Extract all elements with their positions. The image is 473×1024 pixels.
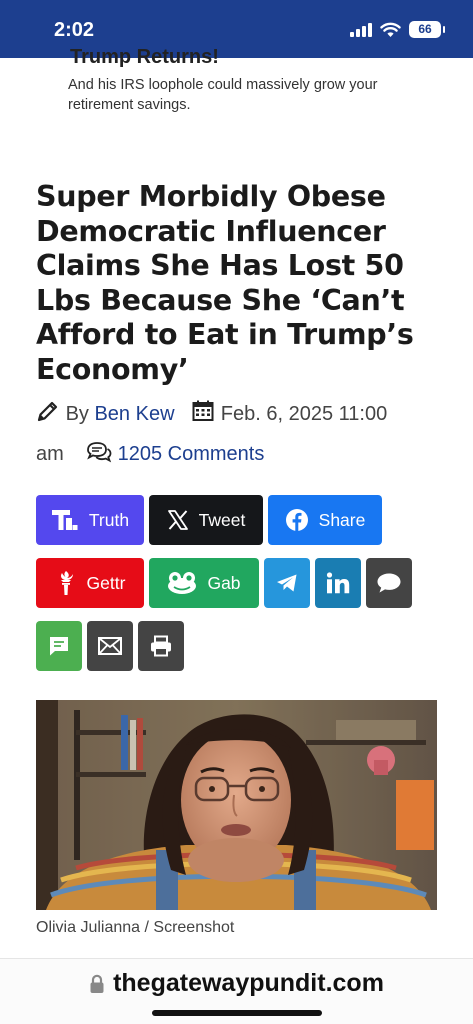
ad-title: Trump Returns!: [70, 46, 219, 68]
comments-link[interactable]: 1205 Comments: [118, 443, 265, 465]
gettr-share-button[interactable]: Gettr: [36, 558, 144, 608]
speech-bubble-icon: [377, 573, 401, 593]
comments-icon: [86, 439, 112, 476]
ad-text: And his IRS loophole could massively gro…: [68, 77, 378, 113]
browser-address-bar[interactable]: thegatewaypundit.com: [0, 958, 473, 1024]
print-button[interactable]: [138, 621, 184, 671]
truth-share-label: Truth: [88, 509, 130, 530]
truth-social-icon: [51, 510, 78, 530]
url-text[interactable]: thegatewaypundit.com: [113, 969, 384, 998]
printer-icon: [151, 635, 171, 657]
facebook-icon: [285, 509, 308, 531]
lock-icon: [90, 974, 104, 993]
image-caption: Olivia Julianna / Screenshot: [36, 919, 235, 936]
facebook-share-button[interactable]: Share: [268, 495, 382, 545]
sms-message-icon: [50, 637, 68, 656]
gettr-share-label: Gettr: [86, 572, 126, 593]
email-share-button[interactable]: [87, 621, 133, 671]
telegram-share-button[interactable]: [264, 558, 310, 608]
linkedin-share-button[interactable]: [315, 558, 361, 608]
author-link[interactable]: Ben Kew: [94, 403, 174, 425]
article-meta: By Ben Kew Feb. 6, 2025 11:00 am 1205 Co…: [36, 396, 446, 476]
tweet-share-button[interactable]: Tweet: [149, 495, 263, 545]
status-time: 2:02: [54, 19, 95, 41]
pencil-icon: [36, 399, 60, 436]
gab-share-label: Gab: [207, 572, 241, 593]
cellular-signal-icon: [350, 22, 372, 37]
article-hero-image: [36, 700, 437, 910]
publish-date: Feb. 6, 2025 11:00: [220, 403, 388, 425]
home-indicator[interactable]: [152, 1010, 322, 1016]
telegram-icon: [277, 574, 297, 592]
gab-share-button[interactable]: Gab: [149, 558, 259, 608]
wifi-icon: [380, 22, 401, 37]
gab-frog-icon: [168, 572, 197, 594]
advertisement[interactable]: Trump Returns! And his IRS loophole coul…: [0, 46, 473, 130]
article-headline: Super Morbidly Obese Democratic Influenc…: [36, 180, 414, 386]
facebook-share-label: Share: [318, 509, 366, 530]
status-icons: 66: [350, 21, 445, 38]
battery-icon: 66: [409, 21, 445, 38]
publish-time-suffix: am: [36, 443, 64, 465]
gettr-icon: [60, 571, 73, 595]
byline-prefix: By: [65, 403, 89, 425]
tweet-share-label: Tweet: [198, 509, 246, 530]
calendar-icon: [191, 399, 215, 436]
x-logo-icon: [167, 510, 188, 530]
sms-share-button[interactable]: [36, 621, 82, 671]
envelope-icon: [98, 637, 122, 655]
truth-social-share-button[interactable]: Truth: [36, 495, 144, 545]
linkedin-icon: [326, 572, 350, 594]
comment-share-button[interactable]: [366, 558, 412, 608]
